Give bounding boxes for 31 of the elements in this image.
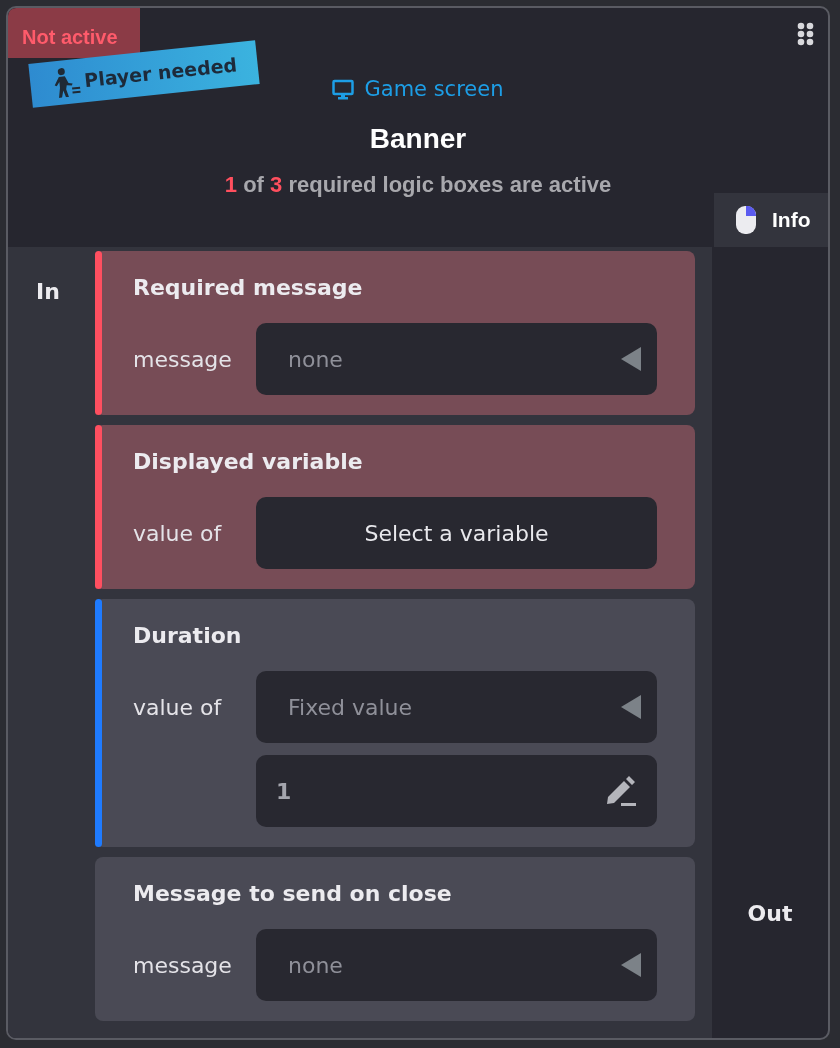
number-field[interactable]: 1: [256, 755, 657, 827]
info-tab[interactable]: Info: [714, 193, 828, 247]
field-label: value of: [133, 520, 222, 546]
category-label: Game screen: [364, 76, 504, 104]
caret-icon: [621, 695, 641, 719]
dropdown-field[interactable]: none: [256, 929, 657, 1001]
card-title: Required message: [133, 274, 364, 302]
status-text: 1 of 3 required logic boxes are active: [224, 171, 612, 199]
out-label: Out: [747, 900, 793, 928]
mouse-icon: [736, 206, 756, 234]
card-title: Duration: [133, 622, 243, 650]
pencil-icon[interactable]: [605, 776, 637, 806]
caret-icon: [621, 347, 641, 371]
card-title: Displayed variable: [133, 448, 364, 476]
field-label: message: [133, 346, 232, 372]
dropdown-field[interactable]: none: [256, 323, 657, 395]
card-title: Message to send on close: [133, 880, 453, 908]
field-label: message: [133, 952, 232, 978]
dropdown-value: Fixed value: [288, 693, 413, 722]
not-active-badge: Not active: [8, 8, 140, 58]
field-label: value of: [133, 694, 222, 720]
monitor-icon: [332, 79, 355, 101]
in-label: In: [36, 279, 60, 304]
caret-icon: [621, 953, 641, 977]
dropdown-value: none: [288, 345, 343, 374]
node-title: Banner: [369, 122, 467, 156]
select-variable-button[interactable]: Select a variable: [256, 497, 657, 569]
dropdown-value: none: [288, 951, 343, 980]
drag-handle-icon[interactable]: [797, 22, 814, 46]
number-value: 1: [276, 777, 292, 806]
dropdown-field[interactable]: Fixed value: [256, 671, 657, 743]
